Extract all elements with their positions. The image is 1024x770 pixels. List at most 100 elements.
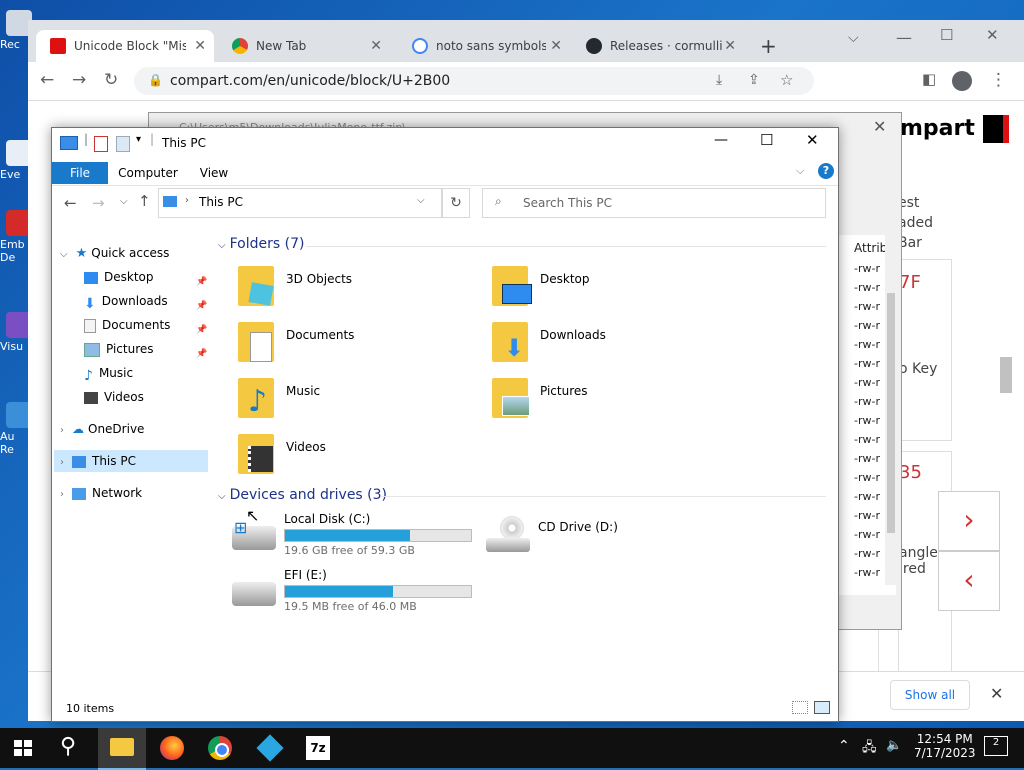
refresh-icon[interactable]: ↻ — [442, 188, 470, 218]
tab-unicode-block[interactable]: Unicode Block "Misce ✕ — [36, 30, 214, 62]
next-arrow-button[interactable]: › — [938, 491, 1000, 551]
page-scrollbar-thumb[interactable] — [1000, 357, 1012, 393]
tab-new-tab[interactable]: New Tab ✕ — [218, 30, 390, 62]
desktop-icon-audio[interactable]: Au Re — [0, 402, 32, 456]
nav-item-music[interactable]: ♪ Music — [84, 366, 133, 384]
pictures-icon — [84, 342, 100, 357]
prev-arrow-button[interactable]: ‹ — [938, 551, 1000, 611]
close-download-bar-icon[interactable]: ✕ — [990, 684, 1003, 703]
desktop-icon-event[interactable]: Eve — [0, 140, 32, 181]
zip-scrollbar[interactable] — [885, 233, 897, 585]
share-icon[interactable]: ⇪ — [748, 72, 760, 88]
folder-desktop[interactable]: Desktop — [492, 266, 742, 316]
back-icon[interactable]: ← — [64, 194, 77, 212]
nav-item-documents[interactable]: Documents — [84, 318, 170, 333]
nav-item-pictures[interactable]: Pictures — [84, 342, 154, 357]
forward-icon[interactable]: → — [72, 70, 86, 90]
address-bar[interactable]: › This PC ⌵ — [158, 188, 442, 218]
drive-cd-d[interactable]: CD Drive (D:) — [486, 512, 736, 562]
network-status-icon[interactable]: 🖧 — [862, 738, 877, 760]
drive-efi-e[interactable]: EFI (E:) 19.5 MB free of 46.0 MB — [232, 568, 532, 618]
breadcrumb: This PC — [199, 195, 243, 209]
folder-icon — [238, 434, 274, 474]
folder-documents[interactable]: Documents — [238, 322, 488, 372]
clock[interactable]: 12:54 PM 7/17/2023 — [914, 732, 976, 760]
help-icon[interactable]: ? — [818, 163, 834, 179]
nav-item-videos[interactable]: Videos — [84, 390, 144, 404]
nav-item-downloads[interactable]: ⬇ Downloads — [84, 294, 168, 312]
close-tab-icon[interactable]: ✕ — [370, 38, 382, 54]
show-all-button[interactable]: Show all — [890, 680, 970, 710]
nav-item-desktop[interactable]: Desktop — [84, 270, 154, 284]
taskbar-chrome-icon[interactable] — [208, 736, 232, 760]
start-windows-icon[interactable] — [14, 740, 32, 756]
search-input[interactable]: ⌕ Search This PC — [482, 188, 826, 218]
maximize-icon[interactable]: ☐ — [760, 131, 773, 149]
side-panel-icon[interactable]: ◧ — [922, 70, 936, 88]
close-tab-icon[interactable]: ✕ — [550, 38, 562, 54]
close-tab-icon[interactable]: ✕ — [194, 38, 206, 54]
zip-close-icon[interactable]: ✕ — [873, 117, 886, 136]
close-tab-icon[interactable]: ✕ — [724, 38, 736, 54]
ribbon-tab-view[interactable]: View — [188, 162, 240, 184]
ribbon-tab-file[interactable]: File — [52, 162, 108, 184]
profile-avatar-icon[interactable] — [952, 71, 972, 91]
compart-icon — [50, 38, 66, 54]
new-tab-icon[interactable]: + — [760, 34, 777, 58]
menu-icon[interactable]: ⋮ — [990, 70, 1007, 90]
properties-icon[interactable] — [94, 136, 108, 152]
close-window-icon[interactable]: ✕ — [986, 26, 999, 44]
devices-group-header[interactable]: ⌵ Devices and drives (3) — [218, 487, 387, 503]
taskbar-app-icon[interactable] — [256, 734, 284, 762]
folder-3d-objects[interactable]: 3D Objects — [238, 266, 488, 316]
url-text: compart.com/en/unicode/block/U+2B00 — [170, 73, 451, 89]
taskbar-file-explorer[interactable] — [98, 728, 146, 770]
folder-downloads[interactable]: ⬇ Downloads — [492, 322, 742, 372]
nav-network[interactable]: › Network — [60, 486, 142, 500]
forward-icon[interactable]: → — [92, 194, 105, 212]
group-divider — [306, 246, 826, 247]
large-icons-view-icon[interactable] — [814, 701, 830, 714]
address-dropdown-icon[interactable]: ⌵ — [417, 195, 425, 206]
folder-music[interactable]: ♪ Music — [238, 378, 488, 428]
up-icon[interactable]: ↑ — [138, 192, 151, 210]
group-divider — [382, 496, 826, 497]
unicode-card[interactable]: 7F o Key — [898, 259, 952, 441]
desktop-icon-embarcadero[interactable]: Emb De — [0, 210, 32, 264]
bookmark-star-icon[interactable]: ☆ — [780, 71, 793, 89]
close-window-icon[interactable]: ✕ — [806, 131, 819, 149]
collapse-arrow-icon: › — [60, 425, 64, 436]
recent-locations-icon[interactable]: ⌵ — [120, 196, 128, 207]
taskbar-firefox-icon[interactable] — [160, 736, 184, 760]
minimize-icon[interactable]: — — [714, 132, 728, 148]
folder-pictures[interactable]: Pictures — [492, 378, 742, 428]
new-folder-icon[interactable] — [116, 136, 130, 152]
nav-this-pc[interactable]: › This PC — [60, 454, 136, 468]
volume-muted-icon[interactable]: 🔈 — [886, 738, 902, 753]
nav-onedrive[interactable]: › ☁ OneDrive — [60, 422, 144, 436]
tab-github-releases[interactable]: Releases · cormullion ✕ — [572, 30, 744, 62]
taskbar-7zip-icon[interactable]: 7z — [306, 736, 330, 760]
expand-ribbon-icon[interactable]: ⌵ — [796, 164, 804, 178]
google-icon — [412, 38, 428, 54]
reload-icon[interactable]: ↻ — [104, 70, 118, 90]
minimize-icon[interactable]: — — [896, 28, 912, 47]
ribbon-tab-computer[interactable]: Computer — [112, 162, 184, 184]
folder-videos[interactable]: Videos — [238, 434, 488, 484]
desktop-icon-visual-studio[interactable]: Visu — [0, 312, 32, 353]
install-icon[interactable]: ⤓ — [716, 72, 722, 88]
show-hidden-icons-chevron-icon[interactable]: ⌃ — [838, 738, 850, 754]
details-view-icon[interactable] — [792, 701, 808, 714]
this-pc-icon — [72, 455, 86, 468]
search-icon[interactable]: ⚲ — [60, 734, 76, 759]
tab-search-icon[interactable]: ⌵ — [848, 30, 859, 46]
folders-group-header[interactable]: ⌵ Folders (7) — [218, 236, 304, 252]
desktop-icon-recycle-bin[interactable]: Rec — [0, 10, 32, 51]
customize-qat-icon[interactable]: ▾ — [136, 134, 141, 145]
maximize-icon[interactable]: ☐ — [940, 26, 953, 44]
nav-quick-access[interactable]: ⌵ ★ Quick access — [60, 246, 169, 261]
back-icon[interactable]: ← — [40, 70, 54, 90]
notification-center-icon[interactable]: 2 — [984, 736, 1008, 756]
address-bar[interactable]: 🔒 compart.com/en/unicode/block/U+2B00 ⤓ … — [134, 67, 814, 95]
tab-google-search[interactable]: noto sans symbols2 f ✕ — [398, 30, 570, 62]
